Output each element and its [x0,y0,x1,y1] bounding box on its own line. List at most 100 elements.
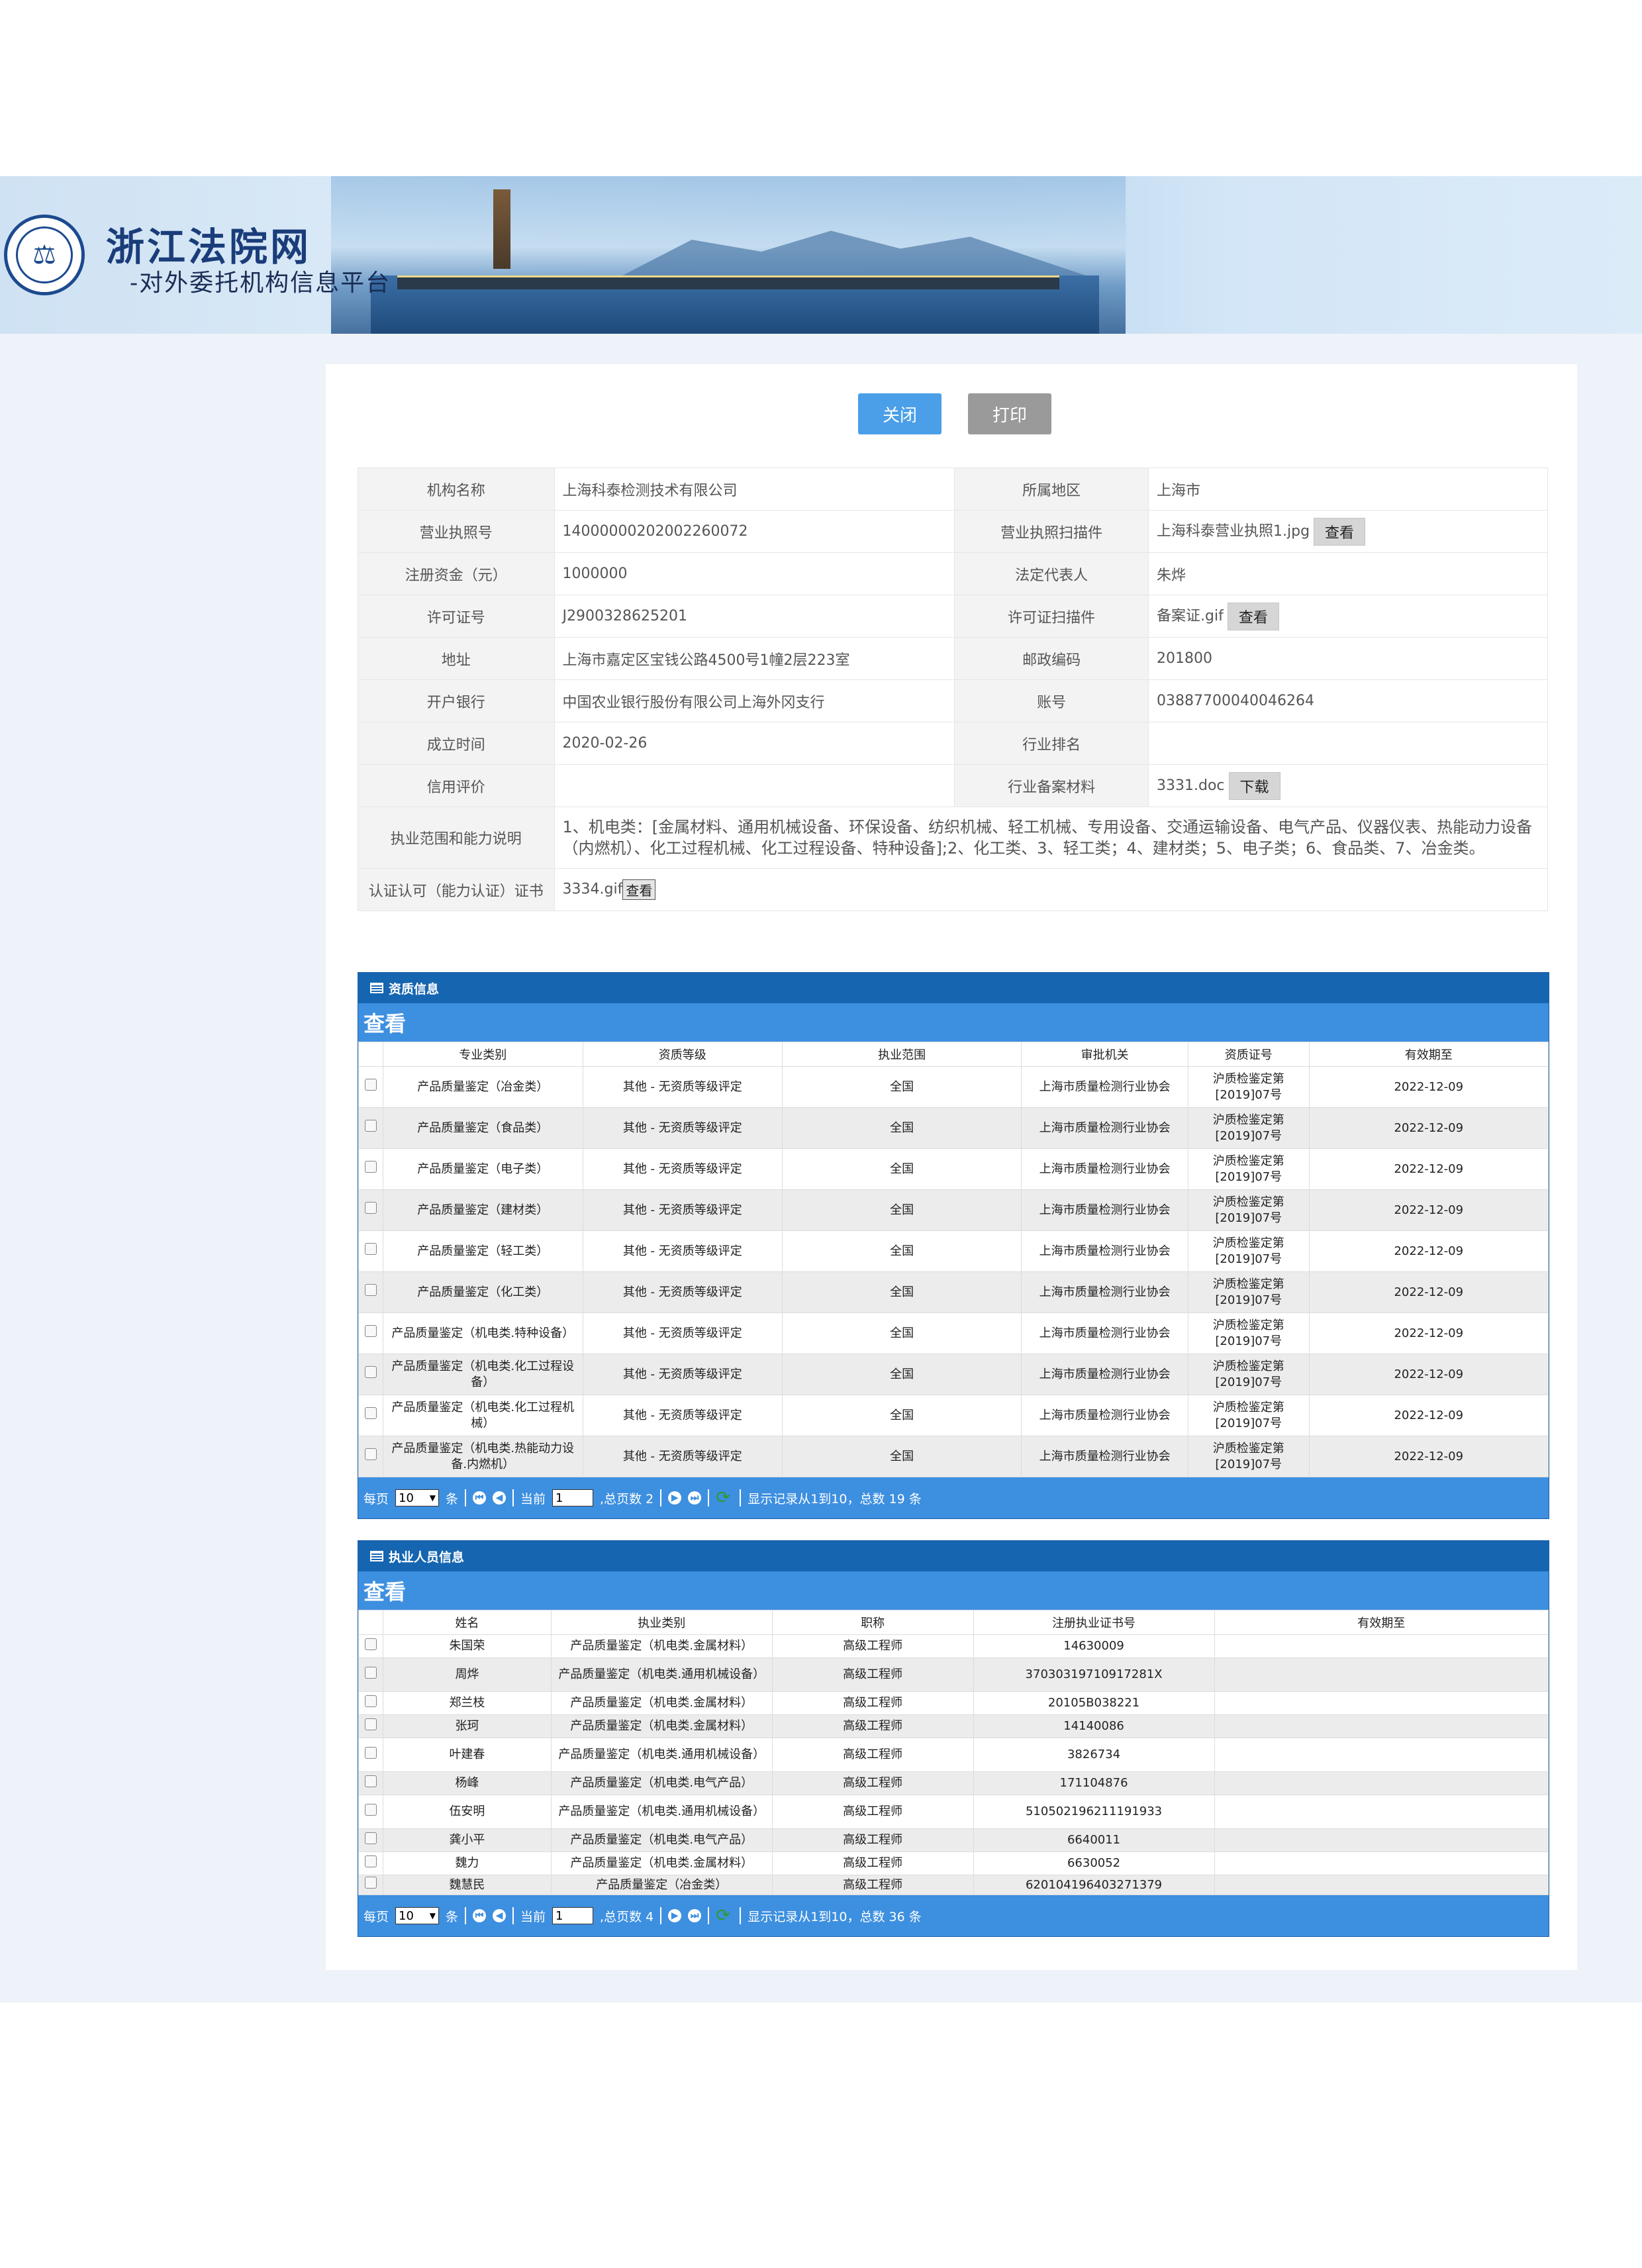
table-row[interactable]: 产品质量鉴定（食品类） 其他 - 无资质等级评定 全国 上海市质量检测行业协会 沪质检鉴… [358,1107,1549,1149]
info-row: 执业范围和能力说明 1、机电类：[金属材料、通用机械设备、环保设备、纺织机械、轻工… [358,807,1549,869]
current-page-value: 1 [555,1908,563,1923]
table-cell: 6630052 [973,1851,1215,1875]
table-row[interactable]: 杨峰 产品质量鉴定（机电类.电气产品） 高级工程师 171104876 [358,1771,1549,1795]
qualification-view-button[interactable]: 查看 [358,1003,1549,1042]
table-cell: 2022-12-09 [1308,1395,1549,1436]
table-row[interactable]: 伍安明 产品质量鉴定（机电类.通用机械设备） 高级工程师 51050219621119… [358,1795,1549,1829]
first-page-icon[interactable]: ⏮ [473,1909,487,1922]
close-button[interactable]: 关闭 [858,393,942,434]
personnel-header: 执业人员信息 [358,1541,1549,1571]
table-cell: 上海市质量检测行业协会 [1021,1354,1189,1395]
refresh-icon[interactable]: ⟳ [716,1489,733,1506]
table-cell: 其他 - 无资质等级评定 [582,1354,783,1395]
current-page-input[interactable]: 1 [552,1907,594,1924]
row-checkbox[interactable] [365,1775,377,1787]
per-page-select[interactable]: 10 ▼ [395,1489,440,1506]
current-page-input[interactable]: 1 [552,1489,594,1506]
table-cell: 上海市质量检测行业协会 [1021,1148,1189,1190]
info-value: 中国农业银行股份有限公司上海外冈支行 [554,679,955,722]
info-value: 上海科泰检测技术有限公司 [554,468,955,511]
row-checkbox[interactable] [365,1746,377,1759]
per-page-select[interactable]: 10 ▼ [395,1907,440,1924]
info-row: 注册资金（元） 1000000 法定代表人 朱烨 [358,552,1548,595]
view-button[interactable]: 查看 [1227,602,1279,630]
table-cell: 全国 [782,1230,1022,1272]
row-checkbox[interactable] [365,1877,377,1889]
table-cell: 其他 - 无资质等级评定 [582,1189,783,1231]
table-row[interactable]: 产品质量鉴定（机电类.特种设备） 其他 - 无资质等级评定 全国 上海市质量检测行业协… [358,1312,1549,1354]
table-cell [1214,1875,1549,1895]
table-cell: 全国 [782,1271,1022,1313]
table-row[interactable]: 产品质量鉴定（机电类.化工过程机械） 其他 - 无资质等级评定 全国 上海市质量检测行… [358,1395,1549,1436]
table-row[interactable]: 叶建春 产品质量鉴定（机电类.通用机械设备） 高级工程师 3826734 [358,1738,1549,1772]
table-row[interactable]: 龚小平 产品质量鉴定（机电类.电气产品） 高级工程师 6640011 [358,1828,1549,1852]
table-cell: 上海市质量检测行业协会 [1021,1066,1189,1108]
table-cell [1214,1851,1549,1875]
info-value: 上海科泰营业执照1.jpg 查看 [1148,510,1548,553]
row-checkbox[interactable] [365,1638,377,1650]
row-checkbox[interactable] [364,1284,377,1296]
row-checkbox[interactable] [364,1325,377,1337]
last-page-icon[interactable]: ⏭ [688,1491,702,1504]
table-row[interactable]: 产品质量鉴定（建材类） 其他 - 无资质等级评定 全国 上海市质量检测行业协会 沪质检鉴… [358,1189,1549,1231]
table-row[interactable]: 郑兰枝 产品质量鉴定（机电类.金属材料） 高级工程师 20105B038221 [358,1691,1549,1715]
table-cell [1214,1795,1549,1829]
next-page-icon[interactable]: ▶ [668,1491,682,1504]
row-checkbox[interactable] [365,1718,377,1730]
info-value: 备案证.gif 查看 [1148,595,1548,638]
table-cell: 2022-12-09 [1308,1189,1549,1231]
download-button[interactable]: 下载 [1228,771,1280,800]
row-checkbox[interactable] [364,1448,377,1460]
row-checkbox[interactable] [364,1161,377,1173]
table-row[interactable]: 产品质量鉴定（机电类.热能动力设备.内燃机） 其他 - 无资质等级评定 全国 上海市质… [358,1436,1549,1477]
table-row[interactable]: 魏力 产品质量鉴定（机电类.金属材料） 高级工程师 6630052 [358,1851,1549,1875]
row-checkbox[interactable] [365,1832,377,1844]
table-cell: 杨峰 [383,1771,552,1795]
column-header: 有效期至 [1308,1042,1549,1067]
row-checkbox[interactable] [365,1666,377,1679]
table-row[interactable]: 朱国荣 产品质量鉴定（机电类.金属材料） 高级工程师 14630009 [358,1634,1549,1658]
next-page-icon[interactable]: ▶ [668,1909,682,1922]
table-row[interactable]: 魏慧民 产品质量鉴定（冶金类） 高级工程师 620104196403271379 [358,1875,1549,1895]
row-checkbox[interactable] [364,1202,377,1214]
row-checkbox[interactable] [365,1855,377,1867]
table-cell [1214,1714,1549,1738]
personnel-view-button[interactable]: 查看 [358,1571,1549,1610]
table-cell: 上海市质量检测行业协会 [1021,1107,1189,1149]
per-page-label: 每页 [363,1491,389,1506]
table-row[interactable]: 产品质量鉴定（机电类.化工过程设备） 其他 - 无资质等级评定 全国 上海市质量检测行… [358,1354,1549,1395]
row-checkbox[interactable] [364,1366,377,1378]
row-checkbox[interactable] [364,1243,377,1255]
table-row[interactable]: 张珂 产品质量鉴定（机电类.金属材料） 高级工程师 14140086 [358,1714,1549,1738]
view-button[interactable]: 查看 [622,879,656,900]
table-cell: 620104196403271379 [973,1875,1215,1895]
table-row[interactable]: 产品质量鉴定（轻工类） 其他 - 无资质等级评定 全国 上海市质量检测行业协会 沪质检鉴… [358,1230,1549,1272]
table-cell [1214,1657,1549,1692]
first-page-icon[interactable]: ⏮ [473,1491,487,1504]
table-cell: 高级工程师 [771,1691,974,1715]
info-value: 上海市 [1148,468,1548,511]
row-checkbox-cell [358,1230,383,1272]
row-checkbox[interactable] [364,1407,377,1419]
prev-page-icon[interactable]: ◀ [493,1491,507,1504]
table-cell: 产品质量鉴定（电子类） [382,1148,583,1190]
row-checkbox[interactable] [364,1120,377,1132]
row-checkbox-cell [358,1828,384,1852]
table-row[interactable]: 产品质量鉴定（化工类） 其他 - 无资质等级评定 全国 上海市质量检测行业协会 沪质检鉴… [358,1271,1549,1313]
table-cell: 产品质量鉴定（机电类.通用机械设备） [550,1738,773,1772]
total-pages: ,总页数 4 [600,1909,654,1924]
table-cell: 高级工程师 [771,1738,974,1772]
row-checkbox[interactable] [364,1079,377,1091]
table-cell: 全国 [782,1354,1022,1395]
table-row[interactable]: 产品质量鉴定（电子类） 其他 - 无资质等级评定 全国 上海市质量检测行业协会 沪质检鉴… [358,1148,1549,1190]
view-button[interactable]: 查看 [1314,517,1366,546]
refresh-icon[interactable]: ⟳ [716,1907,733,1924]
row-checkbox[interactable] [365,1695,377,1707]
table-row[interactable]: 产品质量鉴定（冶金类） 其他 - 无资质等级评定 全国 上海市质量检测行业协会 沪质检鉴… [358,1066,1549,1108]
table-cell: 产品质量鉴定（机电类.金属材料） [550,1634,773,1658]
last-page-icon[interactable]: ⏭ [688,1909,702,1922]
table-row[interactable]: 周烨 产品质量鉴定（机电类.通用机械设备） 高级工程师 370303197109172… [358,1657,1549,1692]
row-checkbox[interactable] [365,1803,377,1816]
prev-page-icon[interactable]: ◀ [493,1909,507,1922]
print-button[interactable]: 打印 [968,393,1051,434]
